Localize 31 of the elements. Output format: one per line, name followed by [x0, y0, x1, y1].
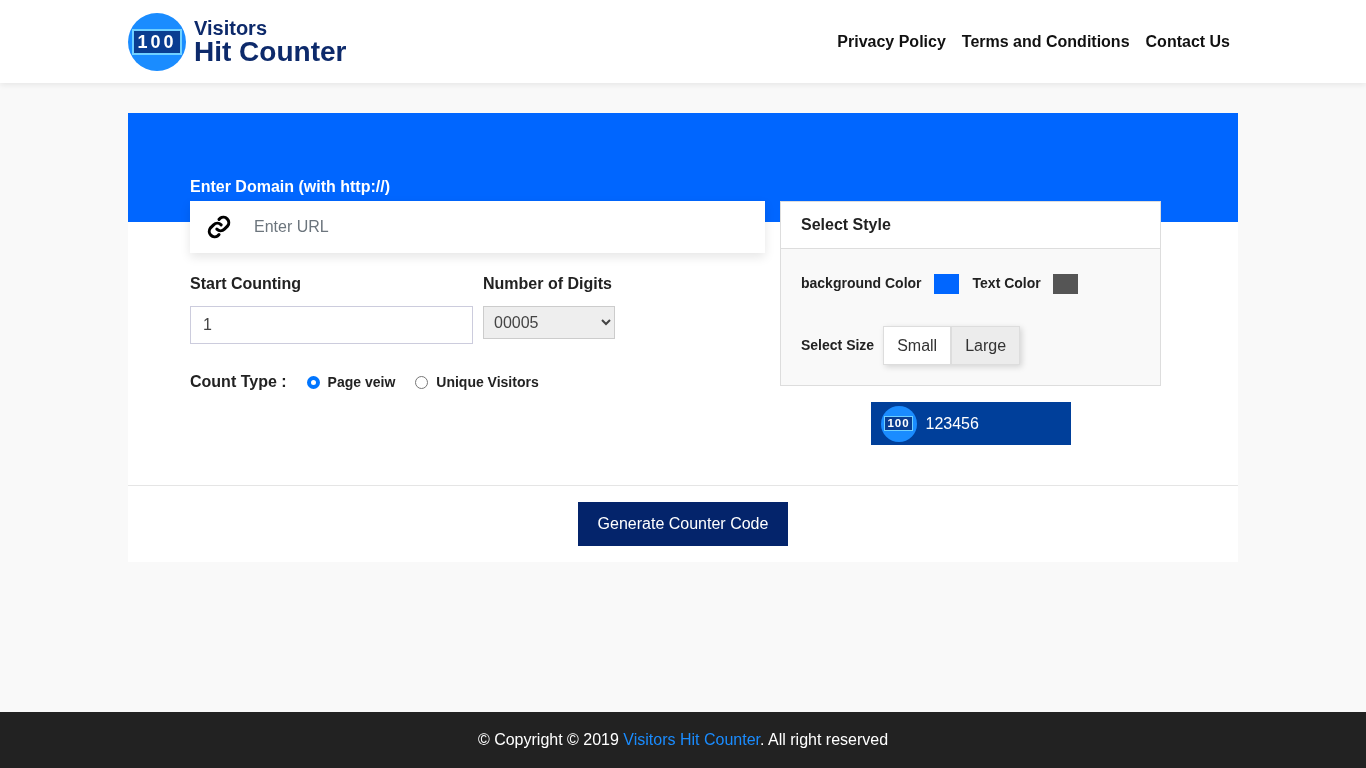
color-label: Text Color	[972, 274, 1041, 293]
nav-link[interactable]: Terms and Conditions	[961, 29, 1130, 54]
copyright-text: © Copyright © 2019 Visitors Hit Counter. All right reserved	[477, 730, 889, 750]
field-label: Start Counting	[190, 274, 303, 294]
size-option[interactable]: Large	[951, 326, 1021, 365]
nav-link[interactable]: Contact Us	[1145, 29, 1230, 54]
nav-link[interactable]: Privacy Policy	[837, 29, 946, 54]
counter-value: 123456	[925, 413, 979, 434]
generate-button[interactable]: Generate Counter Code	[577, 502, 789, 546]
field-label: Number of Digits	[483, 274, 613, 294]
url-input[interactable]: Enter URL	[254, 215, 749, 239]
domain-label: Enter Domain (with http://)	[190, 178, 390, 195]
start-count-field[interactable]: 1	[190, 306, 473, 344]
panel-title: Select Style	[801, 215, 891, 235]
link-icon	[206, 214, 232, 240]
color-swatch[interactable]	[1052, 273, 1078, 294]
radio-button[interactable]	[415, 375, 429, 389]
logo-text: Visitors	[194, 17, 268, 38]
counter-logo-icon: 100	[880, 405, 917, 442]
footer-link[interactable]: Visitors Hit Counter	[623, 731, 760, 748]
color-swatch[interactable]	[933, 273, 959, 294]
color-label: background Color	[801, 274, 922, 293]
radio-label: Unique Visitors	[436, 372, 539, 392]
count-type-label: Count Type :	[190, 372, 287, 392]
radio-button[interactable]	[306, 375, 320, 389]
radio-label: Page veiw	[327, 372, 396, 392]
size-label: Select Size	[801, 336, 875, 355]
digits-select[interactable]: 00005	[483, 306, 615, 339]
logo-badge[interactable]: 100	[128, 12, 186, 71]
logo-text: Hit Counter	[194, 37, 347, 66]
size-option[interactable]: Small	[883, 326, 952, 365]
